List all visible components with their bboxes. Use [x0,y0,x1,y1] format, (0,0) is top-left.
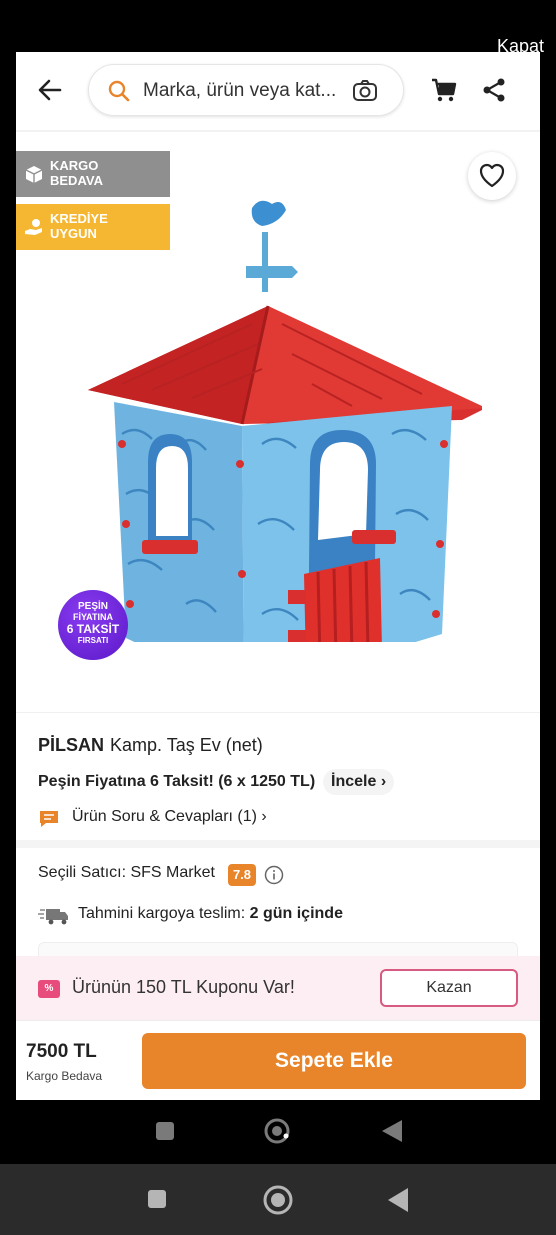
info-icon[interactable] [264,865,284,885]
recents-icon[interactable] [154,1120,176,1147]
chevron-right-icon: › [261,808,267,825]
promo-line-4: FIRSATI [77,636,109,645]
free-shipping-badge: KARGO BEDAVA [16,151,170,197]
promo-line-1: PEŞİN [77,601,108,612]
bottom-bar: 7500 TL Kargo Bedava Sepete Ekle [16,1020,540,1100]
product-name: Kamp. Taş Ev (net) [110,735,263,755]
product-image [82,194,486,694]
box-icon [24,164,44,184]
seller-label[interactable]: Seçili Satıcı: SFS Market [38,864,215,882]
shipping-value: 2 gün içinde [249,905,343,922]
incele-button[interactable]: İncele › [323,769,395,795]
price: 7500 TL [26,1041,97,1062]
recents-icon[interactable] [146,1188,168,1215]
product-image-gallery[interactable]: KARGO BEDAVA KREDİYE UYGUN PEŞİN FİYATIN… [16,132,540,710]
free-shipping-text: Kargo Bedava [26,1069,103,1083]
incele-label: İncele [331,773,377,790]
back-arrow-icon[interactable] [34,74,66,106]
qa-label: Ürün Soru & Cevapları (1) [72,808,257,825]
navigation-bar-inner [0,1100,556,1164]
back-triangle-icon[interactable] [386,1186,410,1219]
heart-icon [479,163,505,188]
installment-promo-badge: PEŞİN FİYATINA 6 TAKSİT FIRSATI [58,590,128,660]
promo-line-3: 6 TAKSİT [66,622,120,636]
coupon-banner: % Ürünün 150 TL Kuponu Var! Kazan [16,956,540,1020]
home-icon[interactable] [262,1116,292,1151]
product-info: PİLSAN Kamp. Taş Ev (net) Peşin Fiyatına … [16,712,540,838]
search-icon [107,79,131,103]
shipping-prefix: Tahmini kargoya teslim: [78,905,246,922]
camera-icon[interactable] [351,77,379,105]
device-frame: Kapat Marka, ürün veya kat... KARGO BEDA… [0,0,556,1235]
chat-icon [38,809,60,829]
coupon-icon: % [38,980,60,998]
search-input[interactable]: Marka, ürün veya kat... [88,64,404,116]
installment-text: Peşin Fiyatına 6 Taksit! (6 x 1250 TL) [38,773,316,790]
seller-score-badge: 7.8 [228,864,256,886]
product-brand[interactable]: PİLSAN [38,735,104,755]
free-shipping-label: KARGO BEDAVA [50,158,103,188]
shipping-estimate: Tahmini kargoya teslim: 2 gün içinde [78,905,343,923]
cart-icon[interactable] [430,76,458,104]
coupon-text: Ürünün 150 TL Kuponu Var! [72,977,295,997]
add-to-cart-button[interactable]: Sepete Ekle [142,1033,526,1089]
favorite-button[interactable] [468,152,516,200]
qa-link[interactable]: Ürün Soru & Cevapları (1) › [72,808,267,826]
hand-coin-icon [24,217,44,237]
home-icon[interactable] [262,1184,294,1221]
app-screen: Marka, ürün veya kat... KARGO BEDAVA KRE… [16,52,540,1100]
search-placeholder: Marka, ürün veya kat... [143,80,337,101]
kazan-button[interactable]: Kazan [380,969,518,1007]
top-bar: Marka, ürün veya kat... [16,52,540,130]
truck-icon [38,906,70,926]
promo-line-2: FİYATINA [72,612,113,622]
product-title: PİLSAN Kamp. Taş Ev (net) [38,735,263,756]
navigation-bar-outer [0,1164,556,1235]
share-icon[interactable] [480,76,508,104]
section-divider [16,840,540,848]
back-triangle-icon[interactable] [380,1118,404,1149]
chevron-right-icon: › [380,773,387,790]
